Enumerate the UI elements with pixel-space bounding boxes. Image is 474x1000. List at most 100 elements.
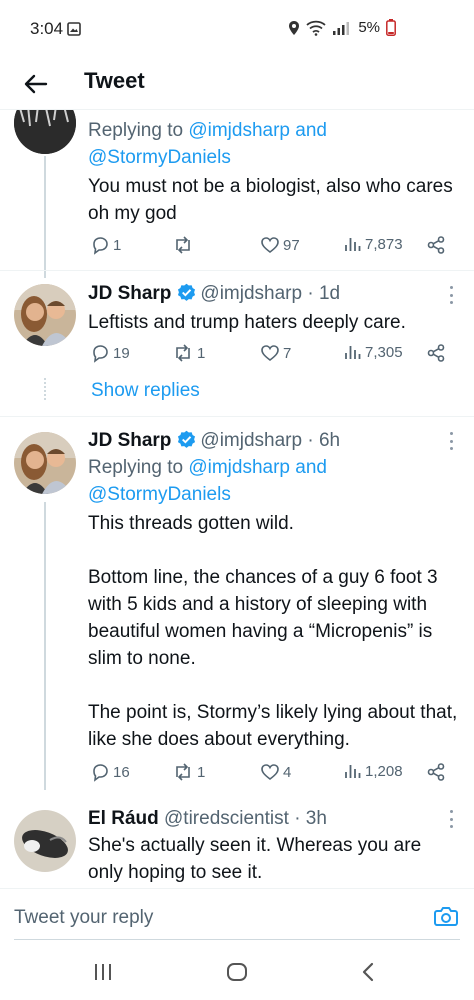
share-icon — [427, 763, 445, 781]
display-name[interactable]: JD Sharp — [88, 283, 171, 304]
views-button[interactable]: 7,305 — [344, 343, 403, 361]
app-header: Tweet — [0, 58, 474, 110]
verified-icon — [178, 430, 196, 448]
reply-icon — [93, 237, 108, 255]
like-button[interactable]: 4 — [260, 762, 291, 782]
reply-input-underline — [14, 939, 460, 940]
reply-mention-link[interactable]: @imjdsharp — [188, 120, 290, 141]
status-icons: 5% — [288, 19, 396, 36]
thread-line — [44, 156, 46, 278]
heart-icon — [261, 764, 279, 781]
avatar[interactable] — [14, 810, 76, 872]
tweet-header: JD Sharp @imjdsharp · 1d — [88, 283, 340, 305]
more-options-button[interactable] — [448, 810, 454, 828]
heart-icon — [261, 237, 279, 254]
tweet-thread[interactable]: Replying to @imjdsharp and @StormyDaniel… — [0, 110, 474, 888]
replying-to: Replying to @imjdsharp and @StormyDaniel… — [88, 120, 327, 168]
gallery-notification-icon — [67, 22, 81, 36]
reply-icon — [93, 345, 108, 363]
reply-mention-link[interactable]: @imjdsharp — [188, 457, 290, 478]
views-button[interactable]: 7,873 — [344, 235, 403, 253]
camera-icon — [434, 907, 458, 926]
reply-composer — [0, 888, 474, 946]
nav-back-icon — [362, 962, 374, 982]
timestamp: · 6h — [307, 430, 341, 451]
tweet-header: JD Sharp @imjdsharp · 6h — [88, 430, 340, 452]
back-button[interactable] — [20, 68, 52, 100]
tweet-text: You must not be a biologist, also who ca… — [88, 176, 453, 224]
reply-button[interactable]: 16 — [90, 762, 130, 782]
home-icon — [227, 963, 247, 981]
show-replies-link[interactable]: Show replies — [91, 380, 200, 402]
tweet-actions: 16 1 4 1,208 — [88, 762, 458, 788]
retweet-button[interactable] — [172, 235, 197, 255]
battery-percent: 5% — [358, 19, 380, 36]
reply-icon — [93, 764, 108, 782]
retweet-icon — [176, 344, 190, 362]
reply-input[interactable] — [14, 903, 414, 933]
tweet-text: She's actually seen it. Whereas you are … — [88, 835, 422, 883]
avatar[interactable] — [14, 284, 76, 346]
more-options-button[interactable] — [448, 432, 454, 450]
avatar[interactable] — [14, 110, 76, 154]
timestamp: · 3h — [294, 808, 327, 829]
divider — [0, 416, 474, 417]
avatar[interactable] — [14, 432, 76, 494]
page-title: Tweet — [84, 68, 145, 93]
home-button[interactable] — [226, 962, 248, 987]
handle: @tiredscientist — [164, 808, 289, 829]
share-icon — [427, 236, 445, 254]
verified-icon — [178, 283, 196, 301]
display-name[interactable]: El Ráud — [88, 808, 159, 829]
status-time: 3:04 — [30, 19, 64, 38]
battery-icon — [386, 19, 396, 36]
replying-to: Replying to @imjdsharp and @StormyDaniel… — [88, 457, 327, 505]
recent-apps-button[interactable] — [92, 962, 114, 987]
tweet-text: This threads gotten wild. Bottom line, t… — [88, 513, 458, 750]
more-options-button[interactable] — [448, 286, 454, 304]
share-button[interactable] — [426, 343, 446, 363]
location-icon — [289, 20, 300, 35]
divider — [0, 270, 474, 271]
reply-button[interactable]: 19 — [90, 343, 130, 363]
views-button[interactable]: 1,208 — [344, 762, 403, 780]
handle: @imjdsharp — [200, 283, 303, 304]
views-icon — [345, 238, 361, 251]
avatar-image — [14, 432, 76, 494]
heart-icon — [261, 345, 279, 362]
system-navigation-bar — [0, 946, 474, 1000]
reply-button[interactable]: 1 — [90, 235, 121, 255]
camera-button[interactable] — [434, 905, 458, 932]
share-icon — [427, 344, 445, 362]
reply-mention-link[interactable]: @StormyDaniels — [88, 147, 231, 168]
reply-mention-link[interactable]: @StormyDaniels — [88, 484, 231, 505]
tweet-header: El Ráud @tiredscientist · 3h — [88, 808, 327, 830]
wifi-icon — [306, 20, 326, 36]
like-button[interactable]: 97 — [260, 235, 300, 255]
retweet-button[interactable]: 1 — [172, 343, 205, 363]
tweet-actions: 19 1 7 7,305 — [88, 343, 458, 369]
retweet-button[interactable]: 1 — [172, 762, 205, 782]
avatar-image — [14, 810, 76, 872]
recent-apps-icon — [95, 964, 111, 980]
views-icon — [345, 346, 361, 359]
back-arrow-icon — [24, 74, 48, 94]
handle: @imjdsharp — [200, 430, 303, 451]
nav-back-button[interactable] — [360, 962, 376, 987]
thread-connector — [44, 378, 46, 400]
display-name[interactable]: JD Sharp — [88, 430, 171, 451]
avatar-image — [14, 284, 76, 346]
status-bar: 3:04 5% — [0, 0, 474, 60]
timestamp: · 1d — [307, 283, 341, 304]
share-button[interactable] — [426, 762, 446, 782]
thread-line — [44, 502, 46, 790]
signal-icon — [333, 21, 350, 35]
retweet-icon — [176, 763, 190, 781]
like-button[interactable]: 7 — [260, 343, 291, 363]
retweet-icon — [176, 236, 190, 254]
views-icon — [345, 765, 361, 778]
share-button[interactable] — [426, 235, 446, 255]
tweet-actions: 1 97 7,873 — [88, 235, 458, 261]
avatar-image — [14, 110, 76, 154]
tweet-text: Leftists and trump haters deeply care. — [88, 312, 406, 333]
